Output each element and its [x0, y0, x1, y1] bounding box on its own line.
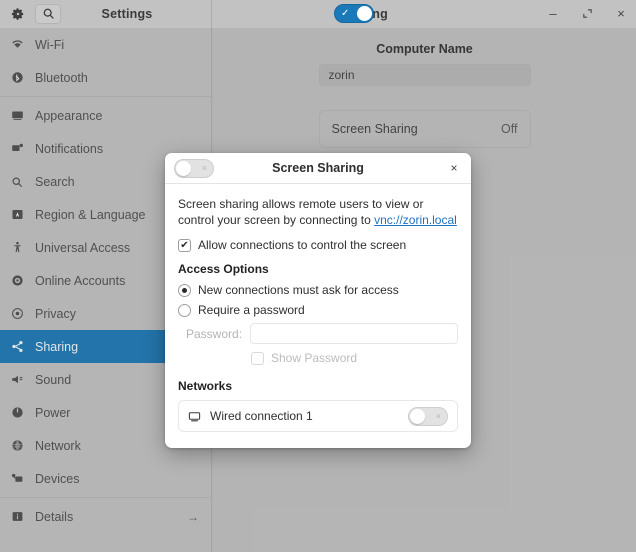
dialog-description: Screen sharing allows remote users to vi…: [178, 196, 458, 228]
settings-window: Settings Sharing ✓ – ×: [0, 0, 636, 552]
sidebar-item-label: Network: [35, 438, 81, 453]
window-controls: – ×: [544, 5, 630, 23]
sidebar-item-label: Notifications: [35, 141, 104, 156]
sidebar-divider: [0, 96, 211, 97]
sidebar-title: Settings: [101, 6, 153, 21]
sidebar-item-label: Devices: [35, 471, 80, 486]
screen-sharing-dialog: × Screen Sharing × Screen sharing allows…: [165, 153, 471, 448]
radio-require-password[interactable]: Require a password: [178, 303, 458, 317]
sidebar-item-label: Bluetooth: [35, 70, 88, 85]
titlebar: Settings Sharing ✓ – ×: [0, 0, 636, 28]
password-row: Password:: [186, 323, 458, 344]
sharing-settings-panel: Computer Name zorin Screen Sharing Off: [318, 42, 531, 148]
wifi-icon: [11, 38, 31, 51]
universal-access-icon: [11, 241, 31, 254]
password-input[interactable]: [250, 323, 458, 344]
wired-connection-toggle[interactable]: ×: [408, 406, 448, 426]
wired-network-icon: [188, 410, 201, 423]
sidebar-item-label: Universal Access: [35, 240, 131, 255]
chevron-right-icon: →: [187, 509, 199, 524]
allow-control-checkbox-row[interactable]: ✔ Allow connections to control the scree…: [178, 238, 458, 252]
privacy-icon: [11, 307, 31, 320]
sharing-icon: [11, 340, 31, 353]
networks-list: Wired connection 1 ×: [178, 400, 458, 432]
password-label: Password:: [186, 326, 243, 341]
allow-control-checkbox[interactable]: ✔: [178, 238, 191, 252]
sidebar-item-label: Region & Language: [35, 207, 146, 222]
bluetooth-icon: [11, 71, 31, 84]
computer-name-value: zorin: [328, 68, 355, 82]
minimize-button[interactable]: –: [544, 5, 562, 23]
details-icon: [11, 510, 31, 523]
dialog-close-button[interactable]: ×: [446, 160, 462, 176]
sidebar-item-label: Appearance: [35, 108, 103, 123]
notifications-icon: [11, 142, 31, 155]
sidebar-item-devices[interactable]: Devices: [0, 462, 211, 495]
dialog-body: Screen sharing allows remote users to vi…: [165, 184, 471, 448]
titlebar-main-section: Sharing ✓ – ×: [212, 0, 636, 28]
sidebar-item-label: Sharing: [35, 339, 79, 354]
toggle-knob: [410, 408, 425, 424]
radio-button[interactable]: [178, 303, 191, 317]
toggle-off-mark: ×: [435, 410, 441, 421]
gear-icon[interactable]: [5, 4, 31, 24]
vnc-address-link[interactable]: vnc://zorin.local: [374, 213, 457, 227]
screen-sharing-label: Screen Sharing: [331, 122, 418, 136]
dialog-header: × Screen Sharing ×: [165, 153, 471, 184]
search-icon[interactable]: [35, 3, 61, 24]
radio-new-connections-ask[interactable]: New connections must ask for access: [178, 283, 458, 297]
toggle-knob: [357, 6, 372, 21]
network-row-wired[interactable]: Wired connection 1 ×: [179, 401, 457, 431]
radio-button[interactable]: [178, 283, 191, 297]
power-icon: [11, 406, 31, 419]
sharing-master-toggle[interactable]: ✓: [334, 4, 374, 23]
show-password-row[interactable]: Show Password: [251, 351, 458, 365]
devices-icon: [11, 472, 31, 485]
online-accounts-icon: [11, 274, 31, 287]
computer-name-input[interactable]: zorin: [318, 64, 531, 86]
sidebar-item-label: Power: [35, 405, 71, 420]
sidebar-item-label: Details: [35, 509, 74, 524]
network-icon: [11, 439, 31, 452]
screen-sharing-row[interactable]: Screen Sharing Off: [320, 111, 530, 147]
titlebar-sidebar-section: Settings: [0, 0, 212, 28]
computer-name-label: Computer Name: [376, 42, 473, 56]
appearance-icon: [11, 109, 31, 122]
toggle-check-mark: ✓: [341, 8, 350, 19]
dialog-title: Screen Sharing: [272, 161, 364, 175]
network-label: Wired connection 1: [210, 409, 313, 423]
allow-control-label: Allow connections to control the screen: [198, 238, 407, 252]
sidebar-item-details[interactable]: Details →: [0, 500, 211, 533]
search-icon: [11, 176, 31, 188]
check-mark-icon: ✔: [180, 239, 189, 251]
screen-sharing-status: Off: [501, 122, 518, 136]
sidebar-item-label: Online Accounts: [35, 273, 126, 288]
access-options-title: Access Options: [178, 262, 269, 276]
networks-title: Networks: [178, 379, 233, 393]
sharing-options-list: Screen Sharing Off: [318, 110, 531, 148]
sidebar-item-appearance[interactable]: Appearance: [0, 99, 211, 132]
close-button[interactable]: ×: [612, 5, 630, 23]
radio-label: Require a password: [198, 303, 305, 317]
sound-icon: [11, 373, 31, 386]
region-language-icon: [11, 208, 31, 221]
sidebar-item-label: Wi-Fi: [35, 37, 65, 52]
maximize-icon[interactable]: [578, 5, 596, 23]
sidebar-divider: [0, 497, 211, 498]
sidebar-item-label: Privacy: [35, 306, 76, 321]
sharing-master-toggle-wrap: ✓: [334, 4, 374, 23]
show-password-checkbox[interactable]: [251, 351, 264, 365]
show-password-label: Show Password: [271, 351, 358, 365]
sidebar-item-wifi[interactable]: Wi-Fi: [0, 28, 211, 61]
network-toggle-wrap: ×: [408, 406, 448, 426]
sidebar-item-label: Sound: [35, 372, 72, 387]
radio-dot: [182, 287, 187, 293]
sidebar-item-bluetooth[interactable]: Bluetooth: [0, 61, 211, 94]
sidebar-item-label: Search: [35, 174, 75, 189]
radio-label: New connections must ask for access: [198, 283, 399, 297]
